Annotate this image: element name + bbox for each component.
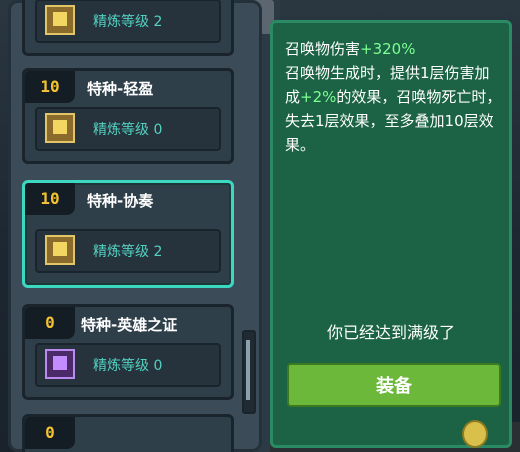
item-title: 特种-英雄之证 — [81, 316, 178, 334]
damage-value: +320% — [360, 40, 416, 58]
refine-box: 精炼等级 2 — [35, 0, 221, 43]
item-title: 特种-轻盈 — [87, 80, 154, 98]
refine-level-label: 精炼等级 2 — [93, 244, 163, 260]
gold-weapon-icon — [45, 235, 75, 265]
list-item[interactable]: 0 — [22, 414, 234, 452]
damage-label: 召唤物伤害 — [285, 40, 361, 58]
level-badge: 10 — [25, 71, 75, 103]
refine-level-label: 精炼等级 0 — [93, 358, 163, 374]
level-badge: 0 — [25, 417, 75, 449]
upgrade-list: 精炼等级 2 10 特种-轻盈 精炼等级 0 10 特种-协奏 精炼等级 2 0… — [12, 0, 246, 452]
refine-box: 精炼等级 0 — [35, 107, 221, 151]
coin-icon — [462, 420, 488, 448]
max-level-status: 你已经达到满级了 — [326, 323, 455, 342]
effect-value: +2% — [300, 88, 337, 106]
refine-level-label: 精炼等级 2 — [93, 14, 163, 30]
list-scrollbar[interactable] — [242, 330, 256, 414]
item-title: 特种-协奏 — [87, 192, 154, 210]
level-badge: 10 — [25, 183, 75, 215]
list-item[interactable]: 精炼等级 2 — [22, 0, 234, 56]
refine-level-label: 精炼等级 0 — [93, 122, 163, 138]
list-item[interactable]: 0 特种-英雄之证 精炼等级 0 — [22, 304, 234, 400]
purple-emblem-icon — [45, 349, 75, 379]
list-item-selected[interactable]: 10 特种-协奏 精炼等级 2 — [22, 180, 234, 288]
detail-panel: 召唤物伤害+320% 召唤物生成时，提供1层伤害加成+2%的效果，召唤物死亡时，… — [270, 20, 512, 448]
effect-description: 召唤物伤害+320% 召唤物生成时，提供1层伤害加成+2%的效果，召唤物死亡时，… — [285, 37, 503, 157]
scrollbar-thumb[interactable] — [246, 340, 250, 400]
refine-box: 精炼等级 0 — [35, 343, 221, 387]
gold-weapon-icon — [45, 5, 75, 35]
list-item[interactable]: 10 特种-轻盈 精炼等级 0 — [22, 68, 234, 164]
equip-button[interactable]: 装备 — [287, 363, 501, 407]
level-badge: 0 — [25, 307, 75, 339]
gold-weapon-icon — [45, 113, 75, 143]
refine-box: 精炼等级 2 — [35, 229, 221, 273]
